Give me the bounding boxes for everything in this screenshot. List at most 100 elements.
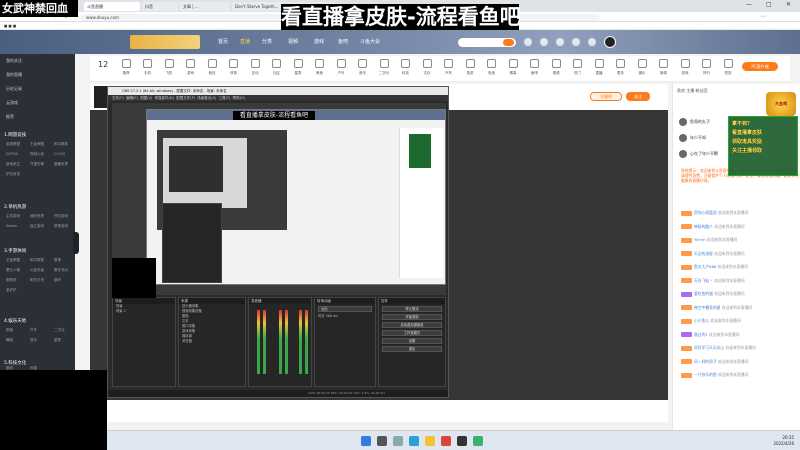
stop-streaming-button[interactable]: 停止推流 — [382, 306, 442, 312]
sidebar-link[interactable]: 户外 — [30, 328, 37, 333]
sidebar-link[interactable]: 第五人格 — [6, 268, 20, 273]
settings-button[interactable]: 设置 — [382, 338, 442, 344]
sidebar-link[interactable]: 和平精英 — [30, 258, 44, 263]
system-tray-clock[interactable]: 20:35 2022/4/26 — [773, 435, 794, 447]
sidebar-link[interactable]: 独立游戏 — [30, 224, 44, 229]
sidebar-link[interactable]: 穿越火线 — [30, 152, 44, 157]
category-item[interactable]: 星秀 — [286, 59, 310, 76]
chat-username[interactable]: 风一样的男子 — [694, 359, 717, 364]
category-item[interactable]: 排行 — [695, 59, 719, 76]
sidebar-link[interactable]: 阴阳师 — [6, 278, 17, 283]
sidebar-link[interactable]: 二次元 — [54, 328, 65, 333]
virtual-camera-button[interactable]: 启动虚拟摄像机 — [382, 322, 442, 328]
user-avatar[interactable] — [604, 36, 616, 48]
search-taskbar-icon[interactable] — [377, 436, 387, 446]
obs-menu-item[interactable]: 场景集合(S) — [197, 96, 216, 100]
close-icon[interactable]: ✕ — [786, 1, 791, 8]
sidebar-item[interactable]: 推荐 — [6, 114, 14, 120]
explorer-icon[interactable] — [425, 436, 435, 446]
chat-username[interactable]: 一只快乐的鱼 — [694, 372, 717, 377]
sidebar-link[interactable]: 蛋仔派对 — [54, 268, 68, 273]
sidebar-collapse-handle[interactable] — [73, 232, 79, 254]
category-item[interactable]: 美食 — [308, 59, 332, 76]
chat-username[interactable]: 天边的流星 — [694, 251, 713, 256]
scene-item[interactable]: 场景 2 — [113, 309, 175, 314]
sidebar-item[interactable]: 云游戏 — [6, 100, 18, 106]
category-item[interactable]: 科技 — [394, 59, 418, 76]
category-item[interactable]: 汽车 — [437, 59, 461, 76]
chat-username[interactable]: 神秘的路人 — [694, 224, 713, 229]
category-item[interactable]: 赛事 — [501, 59, 525, 76]
maximize-icon[interactable]: □ — [766, 1, 772, 8]
nav-item[interactable]: 视频 — [288, 38, 298, 45]
exit-button[interactable]: 退出 — [382, 346, 442, 352]
obs-menu-item[interactable]: 编辑(E) — [126, 96, 138, 100]
sidebar-link[interactable]: CS:GO — [54, 152, 65, 156]
studio-mode-button[interactable]: 工作室模式 — [382, 330, 442, 336]
category-item[interactable]: 娱乐 — [630, 59, 654, 76]
obs-menu-item[interactable]: 工具(T) — [218, 96, 230, 100]
category-item[interactable]: 体育 — [222, 59, 246, 76]
duration-input[interactable]: 300 ms — [326, 314, 338, 318]
chat-username[interactable]: 愿你心如猛虎 — [694, 210, 717, 215]
category-item[interactable]: 竞技 — [200, 59, 224, 76]
sidebar-link[interactable]: 王者荣耀 — [6, 258, 20, 263]
sidebar-link[interactable]: 崩坏 — [54, 278, 61, 283]
edge-icon[interactable] — [409, 436, 419, 446]
category-item[interactable]: 游戏 — [179, 59, 203, 76]
sidebar-link[interactable]: 怀旧游戏 — [54, 214, 68, 219]
sidebar-link[interactable]: 明日方舟 — [30, 278, 44, 283]
browser-tab[interactable]: Don't Starve Togeth... — [232, 2, 286, 11]
sidebar-link[interactable]: Steam — [6, 224, 17, 228]
minimize-icon[interactable]: — — [746, 1, 752, 8]
sidebar-link[interactable]: 颜值 — [6, 328, 13, 333]
menu-icon[interactable]: ⋯ — [760, 13, 766, 20]
subscribe-button[interactable]: 导播榜 — [590, 92, 622, 101]
category-item[interactable]: 文化 — [415, 59, 439, 76]
sidebar-link[interactable]: DOTA2 — [6, 152, 18, 156]
category-item[interactable]: 二次元 — [372, 59, 396, 76]
obs-menu-item[interactable]: 视图(V) — [140, 96, 152, 100]
nav-item-active[interactable]: 直播 — [240, 38, 250, 45]
chat-username[interactable]: 小小鱼儿 — [694, 318, 709, 323]
sidebar-link[interactable]: 音乐 — [30, 338, 37, 343]
nav-item[interactable]: 首页 — [218, 38, 228, 45]
obs-preview[interactable]: 看直播拿皮肤-流程看鱼吧 — [112, 103, 446, 295]
app-icon[interactable] — [441, 436, 451, 446]
chat-username[interactable]: 路过的1 — [694, 332, 708, 337]
category-item[interactable]: 互动 — [243, 59, 267, 76]
chat-username[interactable]: Yiimm — [694, 237, 706, 242]
sidebar-link[interactable]: 原神 — [54, 258, 61, 263]
browser-tab[interactable]: 抖音 — [142, 2, 178, 11]
nav-item[interactable]: 斗鱼大会 — [360, 38, 380, 45]
sidebar-item[interactable]: 历史记录 — [6, 86, 22, 92]
category-item[interactable]: 音乐 — [351, 59, 375, 76]
category-item[interactable]: 电竞 — [480, 59, 504, 76]
obs-menu-item[interactable]: 帮助(H) — [233, 96, 245, 100]
sidebar-link[interactable]: 绝地求生 — [6, 162, 20, 167]
sidebar-link[interactable]: 守望先锋 — [30, 162, 44, 167]
sidebar-item[interactable]: 我的直播 — [6, 72, 22, 78]
nav-item[interactable]: 游戏 — [314, 38, 324, 45]
follow-icon[interactable] — [540, 38, 548, 46]
sidebar-link[interactable]: 星秀 — [54, 338, 61, 343]
category-item[interactable]: 热门 — [566, 59, 590, 76]
category-item[interactable]: 直播 — [587, 59, 611, 76]
bookmark-item[interactable]: ■ ■ ■ — [4, 24, 16, 28]
promo-overlay[interactable]: 大金鸡 拿不到? 看直播拿皮肤 领取道具奖励 关注主播领取 — [726, 92, 798, 182]
sidebar-link[interactable]: 英雄联盟 — [6, 142, 20, 147]
pc-client-button[interactable]: PC客户端 — [742, 62, 778, 71]
chat-username[interactable]: 天外飞仙丶 — [694, 278, 713, 283]
category-item[interactable]: 飞机 — [157, 59, 181, 76]
app-icon[interactable] — [473, 436, 483, 446]
obs-menu-item[interactable]: 文件(F) — [112, 96, 124, 100]
sidebar-link[interactable]: 和平精英 — [54, 142, 68, 147]
message-icon[interactable] — [572, 38, 580, 46]
chat-username[interactable]: 夜空中最亮的星 — [694, 305, 721, 310]
browser-tab[interactable]: 斗鱼直播 — [84, 2, 140, 11]
obs-menu-item[interactable]: 停靠部件(D) — [155, 96, 174, 100]
obs-menu-item[interactable]: 配置文件(P) — [176, 96, 195, 100]
follow-button[interactable]: 关注 — [626, 92, 650, 101]
sidebar-link[interactable]: 主机游戏 — [6, 214, 20, 219]
transition-select[interactable]: 淡出 — [318, 306, 372, 312]
